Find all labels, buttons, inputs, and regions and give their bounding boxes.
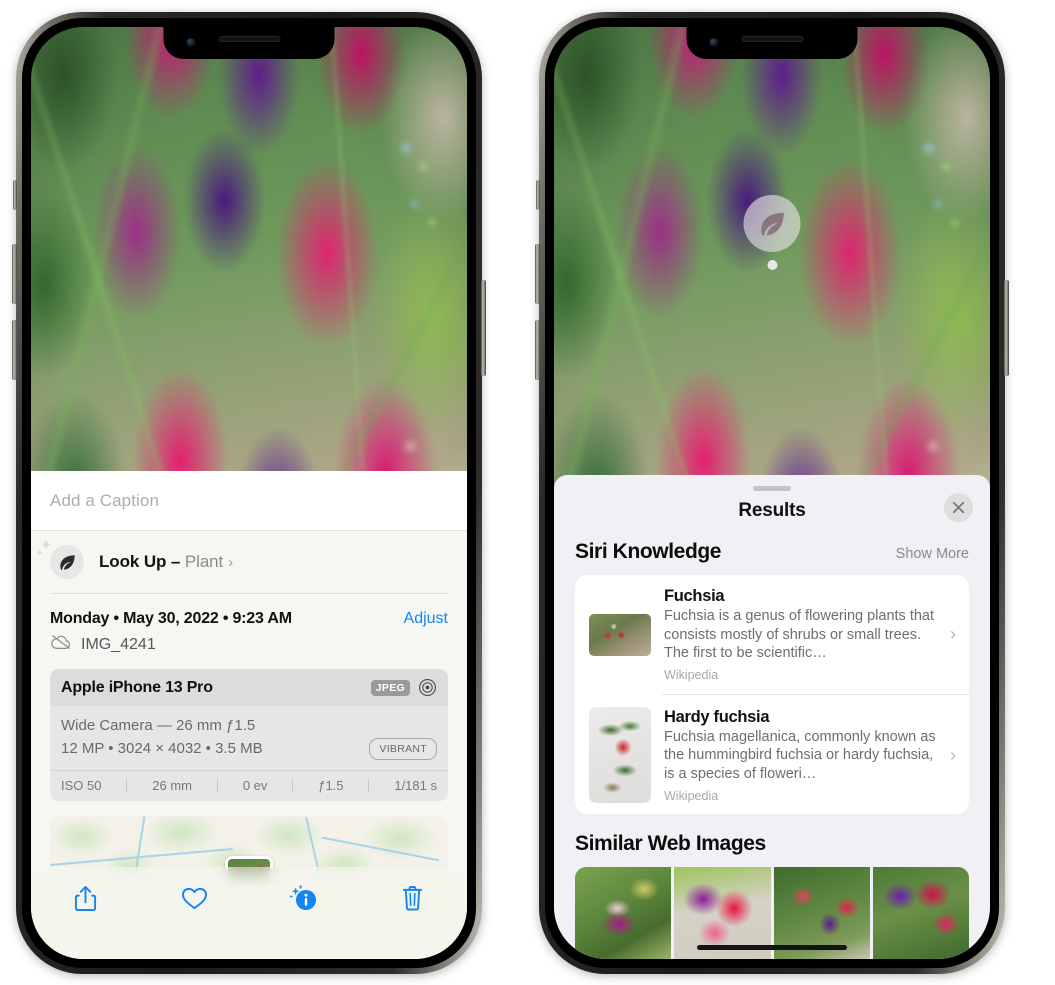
bezel-right: Results Siri Knowledge Show More Fuchsia… [545,18,999,968]
stat-divider [126,778,128,792]
siri-knowledge-header: Siri Knowledge Show More [554,540,990,575]
format-badge: JPEG [370,679,410,696]
screen-right: Results Siri Knowledge Show More Fuchsia… [554,27,990,959]
trash-icon[interactable] [390,879,436,917]
knowledge-description: Fuchsia magellanica, commonly known as t… [664,728,936,782]
similar-web-images-title: Similar Web Images [575,832,766,856]
silence-switch[interactable] [536,180,540,210]
siri-knowledge-title: Siri Knowledge [575,539,722,563]
screen-left: Add a Caption ✦ ✦ Look Up – Plant › Mond… [31,27,467,959]
list-item[interactable]: Hardy fuchsia Fuchsia magellanica, commo… [575,695,969,814]
adjust-button[interactable]: Adjust [404,610,448,628]
specs-info: 12 MP • 3024 × 4032 • 3.5 MB [61,740,263,758]
share-icon[interactable] [63,879,109,917]
file-row: IMG_4241 [31,628,467,669]
look-up-prefix: Look Up – [99,552,185,571]
results-header: Results [554,491,990,540]
heart-icon[interactable] [172,879,218,917]
volume-up-button[interactable] [12,244,17,304]
knowledge-thumbnail [589,613,651,656]
exif-body: Wide Camera — 26 mm ƒ1.5 12 MP • 3024 × … [50,706,448,770]
chevron-right-icon: › [950,624,956,645]
front-camera [709,38,719,47]
look-up-row[interactable]: ✦ ✦ Look Up – Plant › [31,531,467,593]
file-name: IMG_4241 [81,635,156,653]
web-image-thumbnail[interactable] [575,867,672,959]
stat-divider [368,778,370,792]
knowledge-text: Hardy fuchsia Fuchsia magellanica, commo… [664,708,937,803]
volume-up-button[interactable] [535,244,540,304]
knowledge-description: Fuchsia is a genus of flowering plants t… [664,607,935,662]
web-image-thumbnail[interactable] [872,867,969,959]
show-more-button[interactable]: Show More [896,546,969,562]
knowledge-source: Wikipedia [664,668,719,683]
earpiece-speaker [741,36,803,42]
bezel-left: Add a Caption ✦ ✦ Look Up – Plant › Mond… [22,18,476,968]
photo-toolbar [31,867,467,959]
exif-card: Apple iPhone 13 Pro JPEG Wide Camera — 2… [50,669,448,801]
siri-knowledge-card: Fuchsia Fuchsia is a genus of flowering … [575,574,969,815]
chevron-right-icon: › [228,554,234,571]
similar-web-images-header: Similar Web Images [554,814,990,867]
leaf-icon [743,195,801,252]
home-indicator-right[interactable] [697,945,847,950]
look-up-subject: Plant [184,552,224,571]
stat-iso: ISO 50 [61,777,102,793]
notch-right [686,27,858,59]
exif-header: Apple iPhone 13 Pro JPEG [50,669,448,706]
exif-header-right: JPEG [370,678,437,697]
knowledge-source: Wikipedia [664,788,719,803]
results-sheet: Results Siri Knowledge Show More Fuchsia… [554,475,990,959]
front-camera [186,38,196,47]
power-button[interactable] [481,280,486,376]
knowledge-thumbnail [589,707,651,804]
stat-aperture: ƒ1.5 [318,777,344,793]
earpiece-speaker [218,36,280,42]
stat-divider [216,778,218,792]
iphone-left: Add a Caption ✦ ✦ Look Up – Plant › Mond… [12,12,486,974]
device-name: Apple iPhone 13 Pro [61,678,213,696]
exif-stats: ISO 50 26 mm 0 ev ƒ1.5 1/181 s [50,769,448,801]
lens-info: Wide Camera — 26 mm ƒ1.5 [61,717,256,734]
visual-lookup-badge[interactable] [743,195,801,270]
visual-lookup-anchor-dot [767,260,777,270]
cloud-slash-icon [50,634,72,655]
photo-date: Monday • May 30, 2022 • 9:23 AM [50,610,292,627]
volume-down-button[interactable] [535,320,540,380]
chevron-right-icon: › [950,744,956,765]
aperture-icon [418,678,437,697]
caption-placeholder: Add a Caption [50,491,160,510]
notch-left [163,27,335,59]
look-up-label: Look Up – Plant › [99,552,233,572]
knowledge-text: Fuchsia Fuchsia is a genus of flowering … [664,587,937,682]
date-row: Monday • May 30, 2022 • 9:23 AM Adjust [31,594,467,628]
stat-shutter: 1/181 s [394,777,437,793]
leaf-icon: ✦ ✦ [36,538,84,579]
silence-switch[interactable] [13,180,17,210]
specs-row: 12 MP • 3024 × 4032 • 3.5 MB VIBRANT [61,737,437,760]
knowledge-title: Fuchsia [664,586,725,605]
info-icon[interactable] [281,879,327,917]
stat-divider [292,778,294,792]
stat-focal: 26 mm [152,777,193,793]
list-item[interactable]: Fuchsia Fuchsia is a genus of flowering … [575,575,969,694]
close-icon[interactable] [944,492,973,522]
results-title: Results [738,499,806,521]
knowledge-title: Hardy fuchsia [664,707,770,726]
sparkle-small-icon: ✦ [36,548,44,558]
volume-down-button[interactable] [12,320,17,380]
stat-exposure: 0 ev [242,777,268,793]
caption-field[interactable]: Add a Caption [31,471,467,531]
power-button[interactable] [1004,280,1009,376]
iphone-right: Results Siri Knowledge Show More Fuchsia… [535,12,1009,974]
style-badge: VIBRANT [369,737,437,760]
